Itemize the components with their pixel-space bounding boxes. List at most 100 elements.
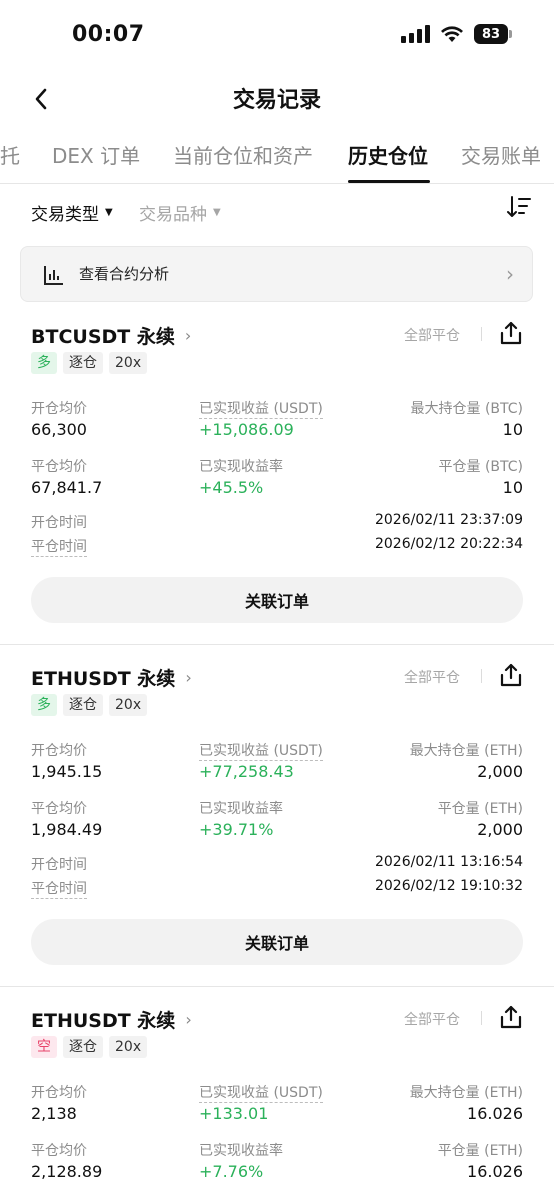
realized-pnl-label[interactable]: 已实现收益 (USDT)	[199, 398, 323, 419]
open-avg-value: 1,945.15	[31, 762, 103, 781]
realized-pnl-rate-label: 已实现收益率	[199, 1143, 283, 1159]
realized-pnl-value: +15,086.09	[199, 420, 294, 439]
divider	[481, 327, 482, 341]
realized-pnl-rate-value: +39.71%	[199, 820, 274, 839]
side-badge: 多	[31, 694, 57, 716]
position-tags: 多 逐仓 20x	[31, 352, 148, 374]
status-icons: 83	[401, 24, 512, 44]
tab-entrust[interactable]: 托	[0, 140, 20, 169]
close-avg-label: 平仓均价	[31, 459, 87, 475]
close-qty-label: 平仓量 (ETH)	[437, 1143, 523, 1159]
close-avg-value: 67,841.7	[31, 478, 103, 497]
max-position-value: 2,000	[477, 762, 523, 781]
position-card: ETHUSDT 永续 › 全部平仓 空 逐仓 20x 开仓均价 2,138 已实…	[0, 1004, 554, 1200]
open-avg-value: 2,138	[31, 1104, 77, 1123]
divider	[481, 669, 482, 683]
open-time-value: 2026/02/11 23:37:09	[374, 512, 523, 528]
trade-symbol-label: 交易品种	[139, 205, 207, 225]
close-avg-label: 平仓均价	[31, 801, 87, 817]
margin-mode-badge: 逐仓	[63, 1036, 103, 1058]
trade-symbol-filter[interactable]: 交易品种 ▼	[139, 200, 221, 225]
position-symbol-link[interactable]: ETHUSDT 永续 ›	[31, 664, 192, 691]
chevron-right-icon: ›	[184, 326, 192, 345]
position-symbol-link[interactable]: BTCUSDT 永续 ›	[31, 322, 191, 349]
open-time-value: 2026/02/11 13:16:54	[374, 854, 523, 870]
close-avg-label: 平仓均价	[31, 1143, 87, 1159]
battery-icon: 83	[474, 24, 512, 44]
trade-type-filter[interactable]: 交易类型 ▼	[31, 200, 113, 225]
realized-pnl-rate-label: 已实现收益率	[199, 459, 283, 475]
tab-dex-orders[interactable]: DEX 订单	[52, 140, 140, 169]
position-symbol: ETHUSDT 永续	[31, 668, 176, 690]
max-position-value: 16.026	[467, 1104, 523, 1123]
caret-down-icon: ▼	[105, 207, 113, 218]
open-avg-label: 开仓均价	[31, 743, 87, 759]
divider	[481, 1011, 482, 1025]
sort-icon[interactable]	[506, 194, 532, 220]
active-tab-indicator	[348, 180, 430, 183]
wifi-icon	[441, 26, 463, 42]
contract-analysis-banner[interactable]: 查看合约分析 ›	[20, 246, 533, 302]
position-tags: 多 逐仓 20x	[31, 694, 148, 716]
realized-pnl-label[interactable]: 已实现收益 (USDT)	[199, 1082, 323, 1103]
card-divider	[0, 986, 554, 987]
realized-pnl-label[interactable]: 已实现收益 (USDT)	[199, 740, 323, 761]
leverage-badge: 20x	[109, 352, 148, 374]
close-qty-value: 2,000	[477, 820, 523, 839]
position-card: ETHUSDT 永续 › 全部平仓 多 逐仓 20x 开仓均价 1,945.15…	[0, 662, 554, 986]
position-symbol: BTCUSDT 永续	[31, 326, 175, 348]
close-time-label[interactable]: 平仓时间	[31, 536, 87, 557]
close-qty-label: 平仓量 (BTC)	[438, 459, 524, 475]
chevron-right-icon: ›	[185, 1010, 192, 1029]
max-position-label: 最大持仓量 (BTC)	[410, 401, 524, 417]
open-avg-label: 开仓均价	[31, 1085, 87, 1101]
max-position-value: 10	[502, 420, 523, 439]
position-card: BTCUSDT 永续 › 全部平仓 多 逐仓 20x 开仓均价 66,300 已…	[0, 320, 554, 644]
close-avg-value: 2,128.89	[31, 1162, 103, 1181]
close-avg-value: 1,984.49	[31, 820, 103, 839]
contract-analysis-label: 查看合约分析	[79, 265, 170, 283]
open-time-label: 开仓时间	[31, 857, 87, 873]
realized-pnl-rate-label: 已实现收益率	[199, 801, 283, 817]
chevron-right-icon: ›	[506, 262, 514, 286]
status-bar: 00:07 83	[0, 0, 554, 76]
share-icon[interactable]	[498, 662, 524, 688]
tab-current-positions[interactable]: 当前仓位和资产	[173, 140, 313, 169]
realized-pnl-value: +133.01	[199, 1104, 269, 1123]
close-type-label: 全部平仓	[404, 670, 460, 686]
close-time-label[interactable]: 平仓时间	[31, 878, 87, 899]
related-orders-button[interactable]: 关联订单	[31, 577, 523, 623]
tab-bar: 托 DEX 订单 当前仓位和资产 历史仓位 交易账单	[0, 132, 554, 184]
caret-down-icon: ▼	[213, 207, 221, 218]
nav-header: 交易记录	[0, 76, 554, 122]
close-qty-value: 10	[502, 478, 523, 497]
close-type-label: 全部平仓	[404, 1012, 460, 1028]
realized-pnl-rate-value: +45.5%	[199, 478, 264, 497]
open-avg-value: 66,300	[31, 420, 87, 439]
close-qty-label: 平仓量 (ETH)	[437, 801, 523, 817]
position-tags: 空 逐仓 20x	[31, 1036, 148, 1058]
tab-trade-bills[interactable]: 交易账单	[461, 140, 541, 169]
share-icon[interactable]	[498, 1004, 524, 1030]
cellular-signal-icon	[401, 25, 430, 43]
leverage-badge: 20x	[109, 694, 148, 716]
chevron-right-icon: ›	[185, 668, 192, 687]
filter-bar: 交易类型 ▼ 交易品种 ▼	[0, 192, 554, 232]
share-icon[interactable]	[498, 320, 524, 346]
margin-mode-badge: 逐仓	[63, 352, 103, 374]
max-position-label: 最大持仓量 (ETH)	[409, 743, 523, 759]
side-badge: 多	[31, 352, 57, 374]
realized-pnl-rate-value: +7.76%	[199, 1162, 264, 1181]
close-time-value: 2026/02/12 19:10:32	[374, 878, 523, 894]
realized-pnl-value: +77,258.43	[199, 762, 294, 781]
leverage-badge: 20x	[109, 1036, 148, 1058]
position-symbol-link[interactable]: ETHUSDT 永续 ›	[31, 1006, 192, 1033]
position-symbol: ETHUSDT 永续	[31, 1010, 176, 1032]
close-time-value: 2026/02/12 20:22:34	[374, 536, 523, 552]
close-type-label: 全部平仓	[404, 328, 460, 344]
related-orders-button[interactable]: 关联订单	[31, 919, 523, 965]
open-time-label: 开仓时间	[31, 515, 87, 531]
open-avg-label: 开仓均价	[31, 401, 87, 417]
tab-history-positions[interactable]: 历史仓位	[348, 140, 428, 169]
card-divider	[0, 644, 554, 645]
